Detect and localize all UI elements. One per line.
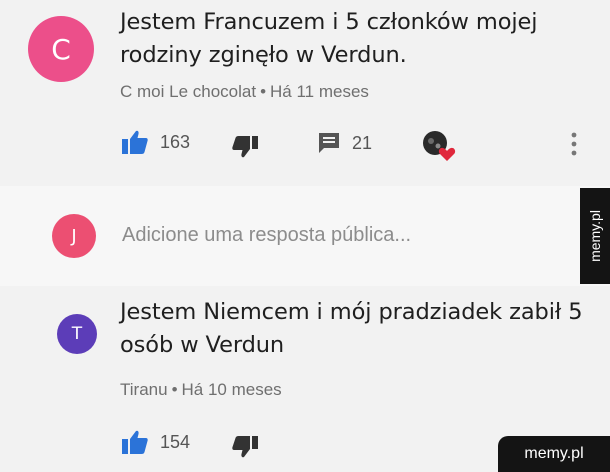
creator-heart[interactable] <box>422 130 456 162</box>
comment-time: Há 11 meses <box>270 82 369 101</box>
thumbs-down-icon <box>232 136 258 158</box>
like-count: 163 <box>160 131 191 152</box>
avatar[interactable]: T <box>57 314 97 354</box>
reply-count: 21 <box>352 132 373 153</box>
author-name[interactable]: C moi Le chocolat <box>120 82 256 101</box>
watermark-corner: memy.pl <box>498 436 610 472</box>
creator-heart-icon <box>422 130 456 162</box>
dislike-button[interactable] <box>232 436 258 458</box>
dislike-button[interactable] <box>232 136 258 158</box>
like-count: 154 <box>160 431 191 452</box>
watermark-side: memy.pl <box>580 188 610 284</box>
more-button[interactable] <box>570 132 578 156</box>
comment-meta: C moi Le chocolat • Há 11 meses <box>120 82 369 102</box>
comment-icon <box>318 132 340 154</box>
comment-text: Jestem Niemcem i mój pradziadek zabił 5 … <box>120 299 583 358</box>
thumbs-up-icon <box>122 430 148 454</box>
author-name[interactable]: Tiranu <box>120 380 168 399</box>
avatar: J <box>52 214 96 258</box>
comment-text: Jestem Francuzem i 5 członków mojej rodz… <box>120 9 538 68</box>
replies-button[interactable]: 21 <box>318 132 372 154</box>
more-vert-icon <box>570 132 578 156</box>
thumbs-down-icon <box>232 436 258 458</box>
comment-time: Há 10 meses <box>181 380 282 399</box>
comment-meta: Tiranu • Há 10 meses <box>120 380 282 400</box>
reply-input[interactable]: Adicione uma resposta pública... <box>122 224 411 247</box>
like-button[interactable]: 163 <box>122 130 190 154</box>
thumbs-up-icon <box>122 130 148 154</box>
watermark-text: memy.pl <box>587 210 603 262</box>
avatar[interactable]: C <box>28 16 94 82</box>
separator-dot: • <box>171 380 178 399</box>
separator-dot: • <box>260 82 267 101</box>
like-button[interactable]: 154 <box>122 430 190 454</box>
